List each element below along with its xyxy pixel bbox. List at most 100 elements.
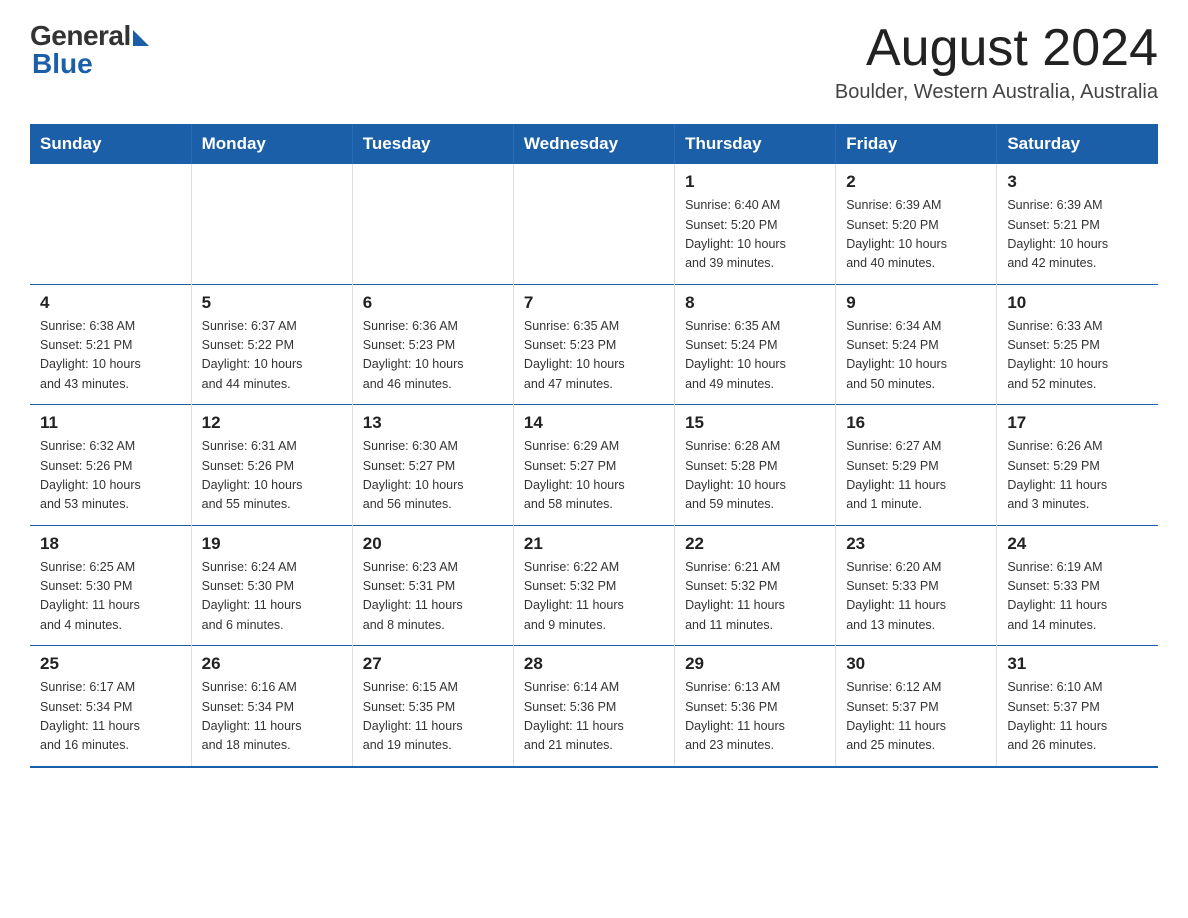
day-info: Sunrise: 6:12 AMSunset: 5:37 PMDaylight:…: [846, 678, 986, 756]
calendar-header-row: SundayMondayTuesdayWednesdayThursdayFrid…: [30, 124, 1158, 164]
day-info: Sunrise: 6:13 AMSunset: 5:36 PMDaylight:…: [685, 678, 825, 756]
calendar-cell: 7 Sunrise: 6:35 AMSunset: 5:23 PMDaylight…: [513, 284, 674, 405]
calendar-cell: 18 Sunrise: 6:25 AMSunset: 5:30 PMDayligh…: [30, 525, 191, 646]
calendar-table: SundayMondayTuesdayWednesdayThursdayFrid…: [30, 124, 1158, 768]
day-info: Sunrise: 6:38 AMSunset: 5:21 PMDaylight:…: [40, 317, 181, 395]
header-day-friday: Friday: [836, 124, 997, 164]
week-row-3: 11 Sunrise: 6:32 AMSunset: 5:26 PMDayligh…: [30, 405, 1158, 526]
day-info: Sunrise: 6:20 AMSunset: 5:33 PMDaylight:…: [846, 558, 986, 636]
calendar-cell: 13 Sunrise: 6:30 AMSunset: 5:27 PMDayligh…: [352, 405, 513, 526]
day-info: Sunrise: 6:28 AMSunset: 5:28 PMDaylight:…: [685, 437, 825, 515]
day-info: Sunrise: 6:10 AMSunset: 5:37 PMDaylight:…: [1007, 678, 1148, 756]
header-day-thursday: Thursday: [675, 124, 836, 164]
title-section: August 2024 Boulder, Western Australia, …: [835, 20, 1158, 104]
day-number: 26: [202, 654, 342, 674]
day-number: 18: [40, 534, 181, 554]
day-info: Sunrise: 6:25 AMSunset: 5:30 PMDaylight:…: [40, 558, 181, 636]
day-info: Sunrise: 6:22 AMSunset: 5:32 PMDaylight:…: [524, 558, 664, 636]
day-number: 1: [685, 172, 825, 192]
day-info: Sunrise: 6:40 AMSunset: 5:20 PMDaylight:…: [685, 196, 825, 274]
calendar-cell: 17Sunrise: 6:26 AMSunset: 5:29 PMDayligh…: [997, 405, 1158, 526]
day-number: 3: [1007, 172, 1148, 192]
day-number: 25: [40, 654, 181, 674]
header-day-saturday: Saturday: [997, 124, 1158, 164]
week-row-4: 18 Sunrise: 6:25 AMSunset: 5:30 PMDayligh…: [30, 525, 1158, 646]
month-year-title: August 2024: [835, 20, 1158, 77]
calendar-cell: 1 Sunrise: 6:40 AMSunset: 5:20 PMDaylight…: [675, 164, 836, 284]
week-row-1: 1 Sunrise: 6:40 AMSunset: 5:20 PMDaylight…: [30, 164, 1158, 284]
header-day-wednesday: Wednesday: [513, 124, 674, 164]
day-number: 4: [40, 293, 181, 313]
day-info: Sunrise: 6:24 AMSunset: 5:30 PMDaylight:…: [202, 558, 342, 636]
day-number: 2: [846, 172, 986, 192]
day-info: Sunrise: 6:36 AMSunset: 5:23 PMDaylight:…: [363, 317, 503, 395]
calendar-cell: 4 Sunrise: 6:38 AMSunset: 5:21 PMDaylight…: [30, 284, 191, 405]
calendar-cell: 9 Sunrise: 6:34 AMSunset: 5:24 PMDaylight…: [836, 284, 997, 405]
calendar-cell: 22 Sunrise: 6:21 AMSunset: 5:32 PMDayligh…: [675, 525, 836, 646]
calendar-cell: 25 Sunrise: 6:17 AMSunset: 5:34 PMDayligh…: [30, 646, 191, 767]
logo-blue-text: Blue: [30, 48, 93, 80]
calendar-cell: 28 Sunrise: 6:14 AMSunset: 5:36 PMDayligh…: [513, 646, 674, 767]
calendar-cell: 29 Sunrise: 6:13 AMSunset: 5:36 PMDayligh…: [675, 646, 836, 767]
day-number: 20: [363, 534, 503, 554]
day-number: 29: [685, 654, 825, 674]
calendar-cell: 21Sunrise: 6:22 AMSunset: 5:32 PMDayligh…: [513, 525, 674, 646]
day-info: Sunrise: 6:14 AMSunset: 5:36 PMDaylight:…: [524, 678, 664, 756]
day-info: Sunrise: 6:35 AMSunset: 5:23 PMDaylight:…: [524, 317, 664, 395]
day-info: Sunrise: 6:29 AMSunset: 5:27 PMDaylight:…: [524, 437, 664, 515]
location-subtitle: Boulder, Western Australia, Australia: [835, 81, 1158, 104]
day-info: Sunrise: 6:39 AMSunset: 5:20 PMDaylight:…: [846, 196, 986, 274]
day-info: Sunrise: 6:19 AMSunset: 5:33 PMDaylight:…: [1007, 558, 1148, 636]
calendar-cell: [352, 164, 513, 284]
day-number: 8: [685, 293, 825, 313]
day-info: Sunrise: 6:37 AMSunset: 5:22 PMDaylight:…: [202, 317, 342, 395]
calendar-cell: 23Sunrise: 6:20 AMSunset: 5:33 PMDayligh…: [836, 525, 997, 646]
day-number: 30: [846, 654, 986, 674]
day-number: 22: [685, 534, 825, 554]
day-info: Sunrise: 6:17 AMSunset: 5:34 PMDaylight:…: [40, 678, 181, 756]
day-number: 15: [685, 413, 825, 433]
calendar-cell: 10Sunrise: 6:33 AMSunset: 5:25 PMDayligh…: [997, 284, 1158, 405]
day-info: Sunrise: 6:32 AMSunset: 5:26 PMDaylight:…: [40, 437, 181, 515]
calendar-cell: [191, 164, 352, 284]
calendar-cell: 19Sunrise: 6:24 AMSunset: 5:30 PMDayligh…: [191, 525, 352, 646]
calendar-cell: 24 Sunrise: 6:19 AMSunset: 5:33 PMDayligh…: [997, 525, 1158, 646]
day-info: Sunrise: 6:16 AMSunset: 5:34 PMDaylight:…: [202, 678, 342, 756]
calendar-cell: 5Sunrise: 6:37 AMSunset: 5:22 PMDaylight…: [191, 284, 352, 405]
day-info: Sunrise: 6:31 AMSunset: 5:26 PMDaylight:…: [202, 437, 342, 515]
calendar-cell: 2 Sunrise: 6:39 AMSunset: 5:20 PMDaylight…: [836, 164, 997, 284]
day-number: 17: [1007, 413, 1148, 433]
calendar-cell: 27 Sunrise: 6:15 AMSunset: 5:35 PMDayligh…: [352, 646, 513, 767]
day-info: Sunrise: 6:15 AMSunset: 5:35 PMDaylight:…: [363, 678, 503, 756]
calendar-cell: [30, 164, 191, 284]
day-number: 9: [846, 293, 986, 313]
header: General Blue August 2024 Boulder, Wester…: [30, 20, 1158, 104]
day-info: Sunrise: 6:39 AMSunset: 5:21 PMDaylight:…: [1007, 196, 1148, 274]
day-info: Sunrise: 6:23 AMSunset: 5:31 PMDaylight:…: [363, 558, 503, 636]
day-number: 11: [40, 413, 181, 433]
day-info: Sunrise: 6:34 AMSunset: 5:24 PMDaylight:…: [846, 317, 986, 395]
calendar-cell: 15 Sunrise: 6:28 AMSunset: 5:28 PMDayligh…: [675, 405, 836, 526]
week-row-2: 4 Sunrise: 6:38 AMSunset: 5:21 PMDaylight…: [30, 284, 1158, 405]
calendar-cell: 8 Sunrise: 6:35 AMSunset: 5:24 PMDaylight…: [675, 284, 836, 405]
day-number: 12: [202, 413, 342, 433]
day-number: 16: [846, 413, 986, 433]
calendar-cell: 26 Sunrise: 6:16 AMSunset: 5:34 PMDayligh…: [191, 646, 352, 767]
day-number: 24: [1007, 534, 1148, 554]
calendar-cell: 30 Sunrise: 6:12 AMSunset: 5:37 PMDayligh…: [836, 646, 997, 767]
day-number: 7: [524, 293, 664, 313]
week-row-5: 25 Sunrise: 6:17 AMSunset: 5:34 PMDayligh…: [30, 646, 1158, 767]
header-day-tuesday: Tuesday: [352, 124, 513, 164]
day-number: 10: [1007, 293, 1148, 313]
calendar-cell: 31Sunrise: 6:10 AMSunset: 5:37 PMDayligh…: [997, 646, 1158, 767]
day-number: 27: [363, 654, 503, 674]
day-number: 13: [363, 413, 503, 433]
calendar-cell: 3 Sunrise: 6:39 AMSunset: 5:21 PMDaylight…: [997, 164, 1158, 284]
day-number: 28: [524, 654, 664, 674]
header-day-sunday: Sunday: [30, 124, 191, 164]
calendar-cell: [513, 164, 674, 284]
day-info: Sunrise: 6:35 AMSunset: 5:24 PMDaylight:…: [685, 317, 825, 395]
day-info: Sunrise: 6:21 AMSunset: 5:32 PMDaylight:…: [685, 558, 825, 636]
day-info: Sunrise: 6:30 AMSunset: 5:27 PMDaylight:…: [363, 437, 503, 515]
header-day-monday: Monday: [191, 124, 352, 164]
